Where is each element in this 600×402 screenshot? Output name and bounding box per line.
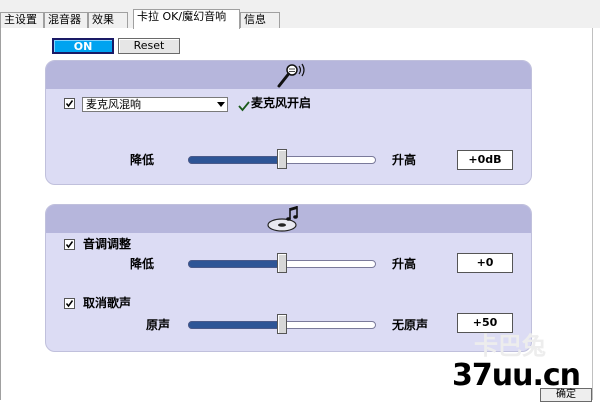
vocal-slider-right-label: 无原声 — [392, 318, 429, 332]
tab-main-settings[interactable]: 主设置 — [0, 12, 44, 28]
vocal-slider-left-label: 原声 — [146, 318, 171, 332]
slider-fill — [188, 156, 282, 164]
watermark-faint: 卡巴兔 — [474, 332, 546, 360]
site-watermark: 37uu.cn — [452, 358, 581, 393]
reset-button[interactable]: Reset — [118, 38, 180, 54]
slider-thumb[interactable] — [277, 149, 287, 169]
mic-effect-select-value: 麦克风混响 — [86, 98, 141, 111]
music-group: 音调调整 降低 升高 +0 取消歌声 原声 无原声 +50 — [45, 204, 532, 352]
pitch-slider-right-label: 升高 — [392, 257, 417, 271]
pitch-value: +0 — [457, 253, 513, 273]
vocal-cancel-checkbox[interactable] — [64, 298, 75, 309]
tab-effects[interactable]: 效果 — [88, 12, 128, 28]
slider-thumb[interactable] — [277, 253, 287, 273]
mic-level-slider[interactable] — [188, 149, 376, 169]
tab-info[interactable]: 信息 — [240, 12, 280, 28]
mic-level-value: +0dB — [457, 150, 513, 170]
checkmark-icon — [238, 97, 250, 116]
pitch-label: 音调调整 — [83, 237, 132, 251]
microphone-group: 麦克风混响 麦克风开启 降低 升高 +0dB — [45, 60, 532, 185]
tab-karaoke[interactable]: 卡拉 OK/魔幻音响 — [133, 9, 240, 29]
tab-mixer[interactable]: 混音器 — [44, 12, 88, 28]
microphone-group-header — [46, 61, 531, 89]
vocal-slider[interactable] — [188, 314, 376, 334]
on-button[interactable]: ON — [52, 38, 114, 54]
pitch-slider[interactable] — [188, 253, 376, 273]
slider-fill — [188, 321, 282, 329]
slider-thumb[interactable] — [277, 314, 287, 334]
music-disc-icon — [264, 205, 308, 237]
microphone-icon — [270, 61, 312, 93]
music-group-header — [46, 205, 531, 233]
chevron-down-icon[interactable] — [217, 102, 225, 107]
mic-reverb-checkbox[interactable] — [64, 98, 75, 109]
pitch-checkbox[interactable] — [64, 239, 75, 250]
slider-fill — [188, 260, 282, 268]
pitch-slider-left-label: 降低 — [130, 257, 155, 271]
divider — [592, 28, 593, 400]
vocal-cancel-label: 取消歌声 — [83, 296, 132, 310]
mic-effect-select[interactable]: 麦克风混响 — [82, 97, 228, 112]
mic-slider-left-label: 降低 — [130, 153, 155, 167]
mic-status-text: 麦克风开启 — [251, 96, 312, 110]
tab-strip: 主设置 混音器 效果 卡拉 OK/魔幻音响 信息 — [0, 0, 600, 29]
mic-slider-right-label: 升高 — [392, 153, 417, 167]
